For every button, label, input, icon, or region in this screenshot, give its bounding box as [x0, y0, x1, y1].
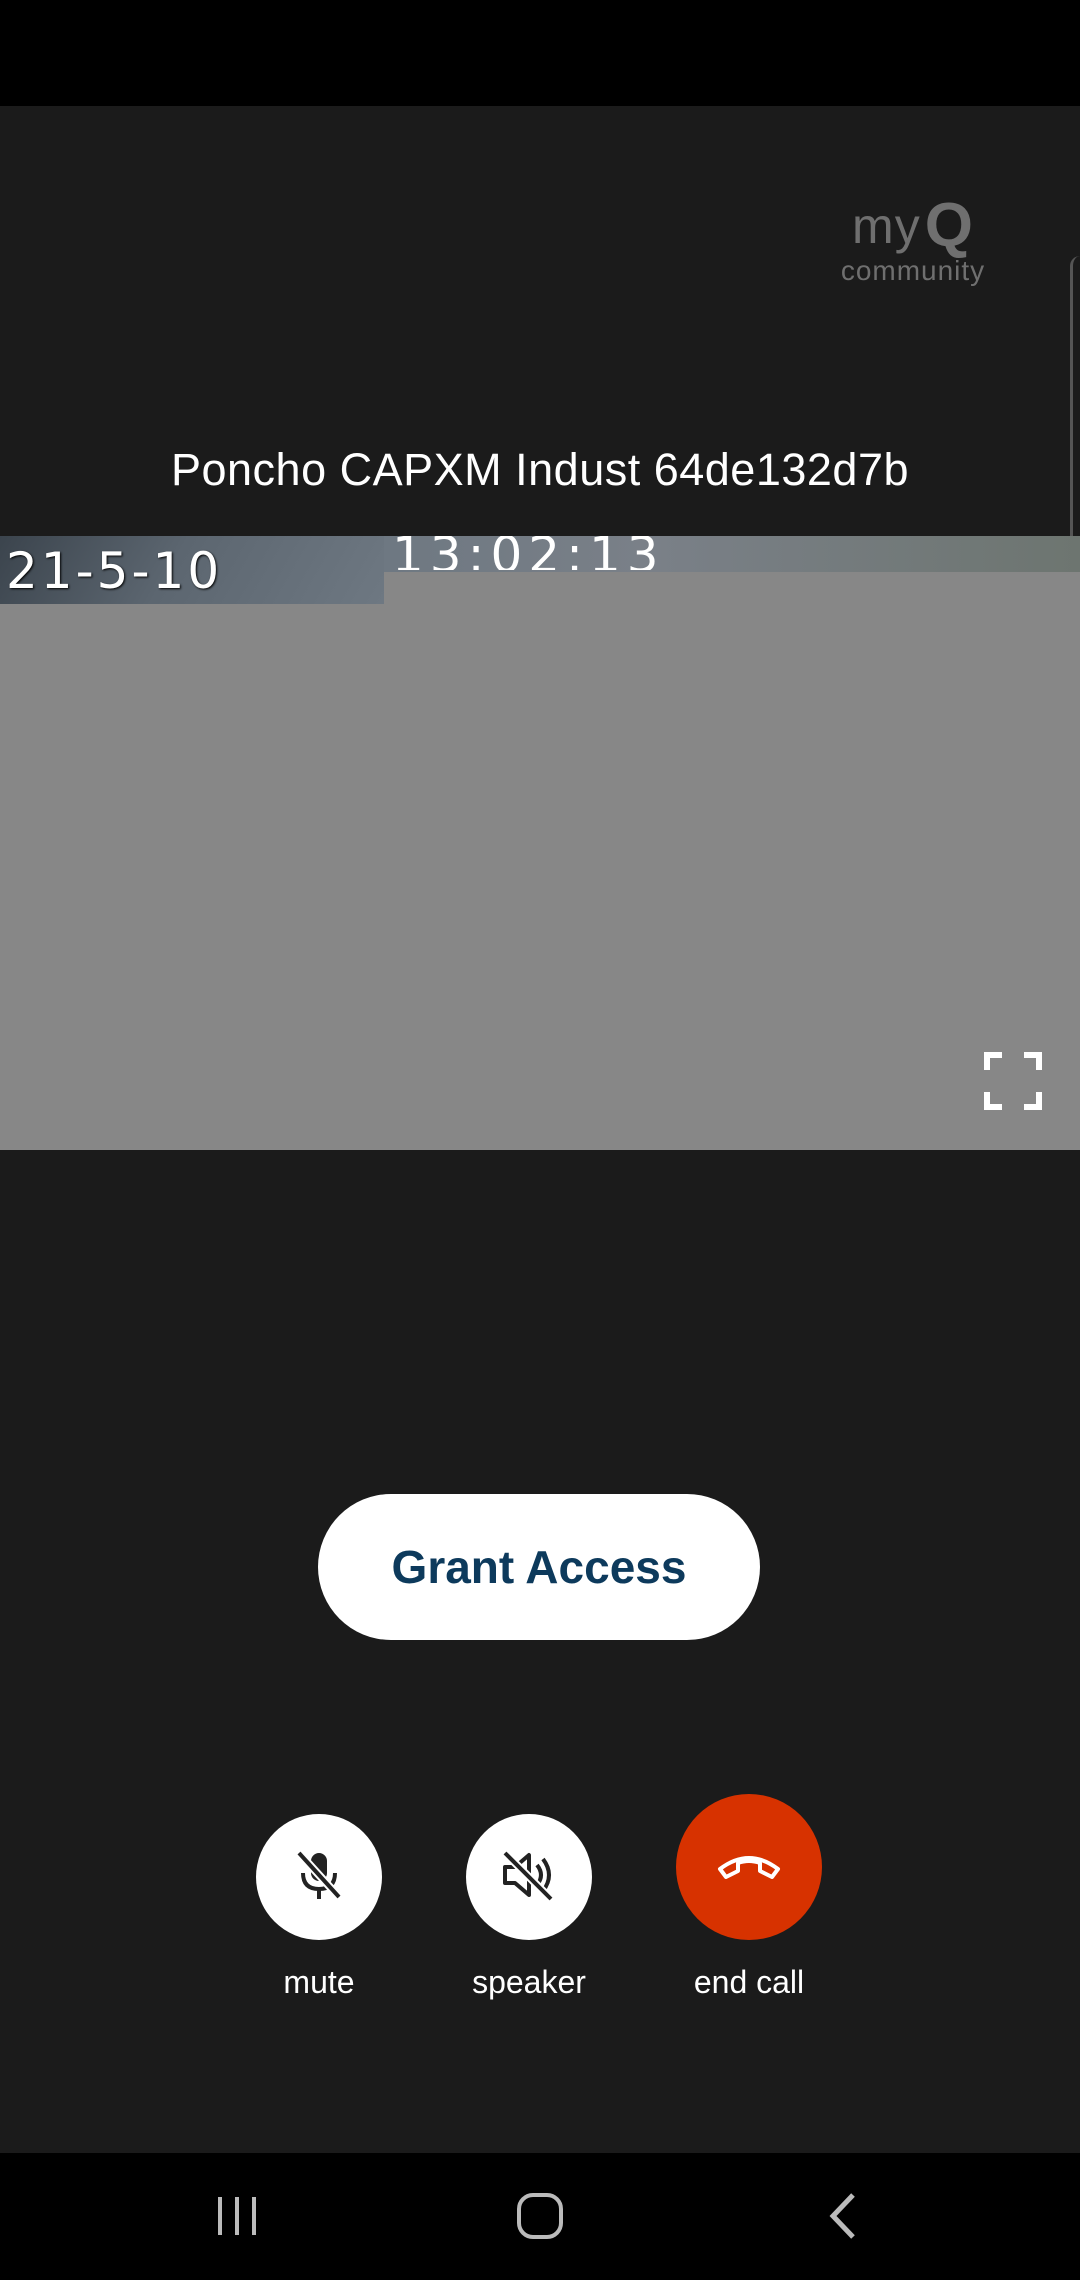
speaker-off-icon [499, 1847, 559, 1908]
nav-back-icon[interactable] [808, 2183, 878, 2249]
nav-home-icon[interactable] [505, 2183, 575, 2249]
device-name: Poncho CAPXM Indust 64de132d7b [170, 444, 909, 495]
mute-button[interactable] [256, 1814, 382, 1940]
video-date-overlay: 21-5-10 [6, 542, 223, 600]
logo-word: my [852, 198, 921, 254]
end-call-button[interactable] [676, 1794, 822, 1940]
myq-community-logo: my Q community [828, 191, 998, 306]
fullscreen-icon[interactable] [984, 1052, 1042, 1110]
logo-q: Q [924, 191, 974, 260]
video-feed[interactable]: 21-5-10 13:02:13 [0, 536, 1080, 1150]
video-call-screen: my Q community Poncho CAPXM Indust 64de13… [0, 106, 1080, 2153]
grant-access-button[interactable]: Grant Access [318, 1494, 760, 1640]
logo-subtitle: community [840, 255, 986, 286]
end-call-label: end call [693, 1964, 805, 2000]
phone-hangup-icon [716, 1845, 782, 1890]
speaker-button[interactable] [466, 1814, 592, 1940]
system-navigation-bar [0, 2153, 1080, 2280]
video-placeholder [384, 572, 1080, 604]
mute-label: mute [283, 1964, 355, 2000]
video-time-overlay: 13:02:13 [392, 536, 665, 570]
mic-off-icon [291, 1847, 347, 1908]
status-bar [0, 0, 1080, 106]
speaker-label: speaker [472, 1964, 586, 2000]
nav-recents-icon[interactable] [202, 2183, 272, 2249]
